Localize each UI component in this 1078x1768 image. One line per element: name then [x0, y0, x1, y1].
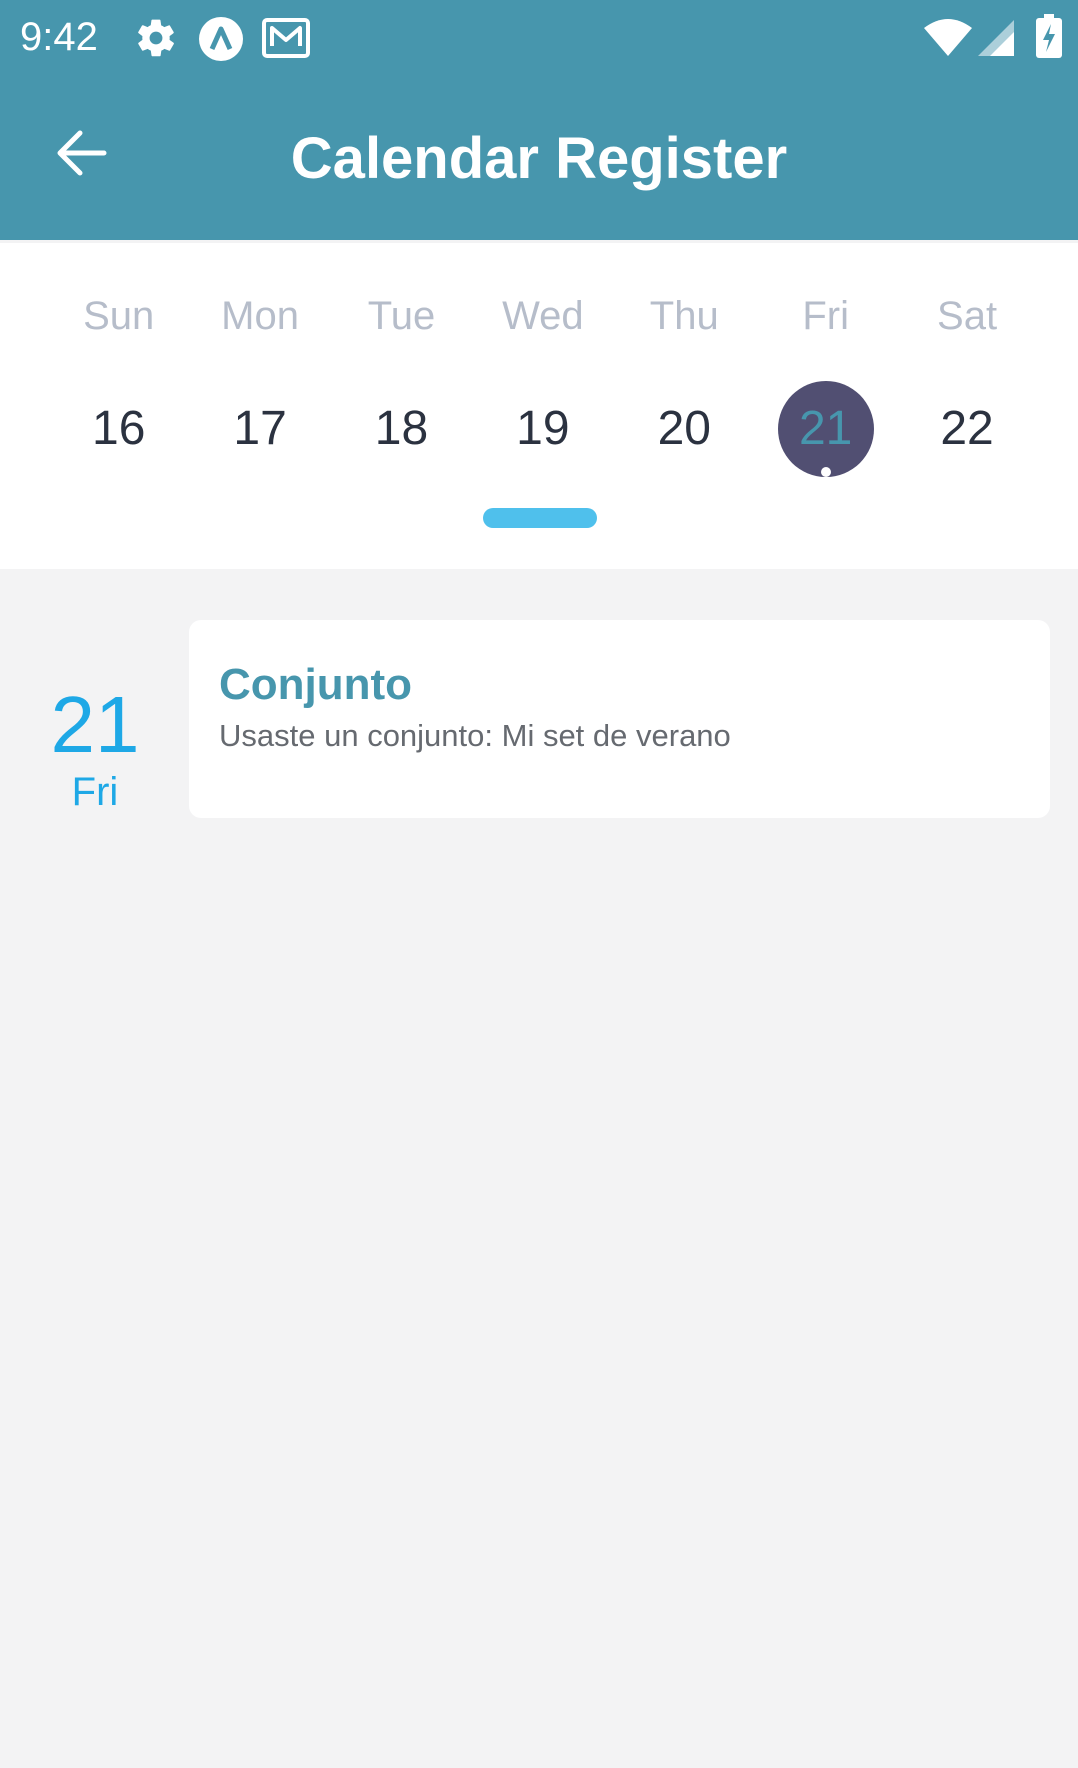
app-header: 9:42 Calendar Register [0, 0, 1078, 240]
expand-handle[interactable] [483, 508, 597, 528]
weekday-label: Thu [649, 294, 719, 338]
event-day-label: 21 Fri [40, 680, 150, 814]
weekday-label: Sat [937, 294, 998, 338]
date-row: 16 17 18 19 20 21 22 [48, 381, 1038, 477]
weekday-row: Sun Mon Tue Wed Thu Fri Sat [48, 291, 1038, 341]
event-card[interactable]: Conjunto Usaste un conjunto: Mi set de v… [189, 620, 1050, 818]
date-cell[interactable]: 17 [189, 381, 330, 477]
date-number: 16 [92, 402, 146, 455]
wifi-icon [924, 18, 972, 61]
date-number: 21 [798, 402, 853, 455]
event-day-name: Fri [71, 770, 119, 814]
signal-icon [978, 20, 1014, 61]
date-cell-selected[interactable]: 21 [755, 381, 896, 477]
app-a-icon [198, 16, 244, 67]
date-cell[interactable]: 19 [472, 381, 613, 477]
date-cell[interactable]: 18 [331, 381, 472, 477]
status-bar: 9:42 [0, 0, 1078, 78]
page-title: Calendar Register [290, 126, 788, 191]
mail-icon [262, 16, 310, 65]
weekday-label: Tue [367, 294, 436, 338]
date-cell[interactable]: 20 [614, 381, 755, 477]
date-number: 19 [516, 402, 570, 455]
date-number: 18 [374, 402, 429, 455]
settings-icon [134, 16, 178, 65]
toolbar: Calendar Register [0, 100, 1078, 220]
weekday-label: Wed [502, 294, 584, 338]
date-cell[interactable]: 22 [896, 381, 1037, 477]
battery-charging-icon [1036, 14, 1062, 63]
status-time: 9:42 [20, 15, 98, 59]
week-strip: Sun Mon Tue Wed Thu Fri Sat 16 17 18 19 … [0, 243, 1078, 569]
event-title: Conjunto [219, 660, 413, 709]
weekday-label: Sun [83, 294, 155, 338]
event-day-number: 21 [50, 680, 140, 769]
weekday-label: Fri [802, 294, 849, 338]
weekday-label: Mon [221, 294, 299, 338]
event-description: Usaste un conjunto: Mi set de verano [219, 718, 731, 753]
date-number: 20 [657, 402, 711, 455]
event-indicator-dot [820, 467, 831, 477]
date-cell[interactable]: 16 [48, 381, 189, 477]
date-number: 17 [233, 402, 287, 455]
date-number: 22 [940, 402, 994, 455]
